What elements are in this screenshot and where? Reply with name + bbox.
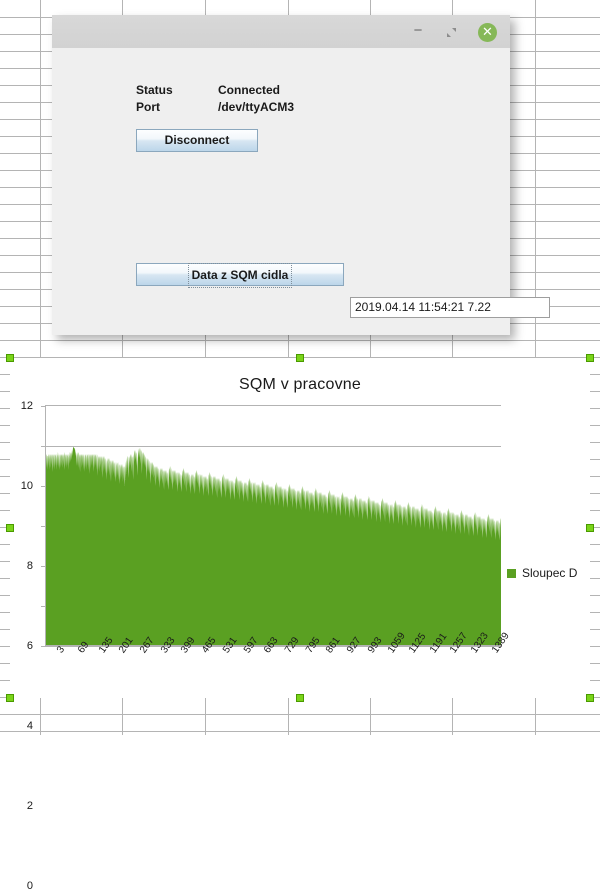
y-axis-tick: 8: [27, 486, 46, 572]
minimize-icon[interactable]: −: [410, 23, 426, 40]
chart-title: SQM v pracovne: [239, 376, 361, 393]
y-axis-tick: 12: [21, 400, 46, 412]
y-axis-tick: 2: [27, 606, 46, 812]
y-gridline: [46, 446, 501, 447]
y-axis-tick: 10: [21, 446, 46, 492]
selection-handle[interactable]: [586, 694, 594, 702]
port-label: Port: [136, 100, 160, 114]
close-icon[interactable]: ✕: [478, 23, 497, 42]
y-axis-label: 4: [26, 720, 33, 732]
status-value: Connected: [218, 83, 281, 97]
selection-handle[interactable]: [296, 694, 304, 702]
y-axis-label: 10: [20, 480, 33, 492]
grid-row-line: [0, 714, 600, 715]
y-axis-label: 6: [26, 640, 33, 652]
y-gridline: [46, 566, 501, 567]
sqm-dialog-window[interactable]: − ✕ Status Connected Port /dev/ttyACM3 D…: [52, 15, 550, 335]
series-sloupec-d: [46, 446, 501, 646]
legend-swatch-sloupec-d: [507, 568, 516, 578]
data-z-sqm-cidla-button[interactable]: Data z SQM cidla: [136, 263, 344, 288]
y-axis-tick: 6: [27, 526, 46, 652]
status-label: Status: [136, 83, 173, 97]
selection-handle[interactable]: [586, 524, 594, 532]
port-value: /dev/ttyACM3: [218, 100, 295, 114]
y-axis-label: 12: [20, 400, 33, 412]
selection-handle[interactable]: [296, 354, 304, 362]
y-gridline: [46, 606, 501, 607]
sqm-reading-output[interactable]: 2019.04.14 11:54:21 7.22: [350, 297, 550, 318]
legend-label-sloupec-d: Sloupec D: [522, 566, 578, 580]
x-axis-labels: 3 69 135 201 267 333 399 465 531 597 663 729 795 861 9…: [45, 631, 511, 699]
restore-icon[interactable]: [445, 26, 458, 39]
y-axis-label: 0: [26, 880, 33, 892]
plot-area[interactable]: 0 2 4 6 8 10 12: [21, 400, 501, 892]
dialog-titlebar[interactable]: − ✕: [52, 15, 510, 49]
disconnect-button[interactable]: Disconnect: [136, 129, 258, 152]
plot-wrapper: 0 2 4 6 8 10 12 3 69 135 201 267 333 399 465 531 597 663…: [10, 400, 590, 892]
selection-handle[interactable]: [586, 354, 594, 362]
grid-row-line: [0, 340, 600, 341]
selection-handle[interactable]: [6, 694, 14, 702]
data-button-label: Data z SQM cidla: [187, 263, 293, 288]
y-gridline: [46, 526, 501, 527]
dialog-body: Status Connected Port /dev/ttyACM3 Disco…: [52, 48, 550, 335]
selection-handle[interactable]: [6, 354, 14, 362]
y-gridline: [46, 486, 501, 487]
selection-handle[interactable]: [6, 524, 14, 532]
y-axis-label: 8: [26, 560, 33, 572]
y-axis-label: 2: [26, 800, 33, 812]
y-axis-tick: 4: [27, 566, 46, 732]
chart-object[interactable]: SQM v pracovne 0 2 4 6 8 10 12 3 69 135 201 267 333…: [6, 354, 594, 892]
chart-legend[interactable]: Sloupec D: [507, 566, 577, 580]
grid-row-line: [0, 731, 600, 732]
